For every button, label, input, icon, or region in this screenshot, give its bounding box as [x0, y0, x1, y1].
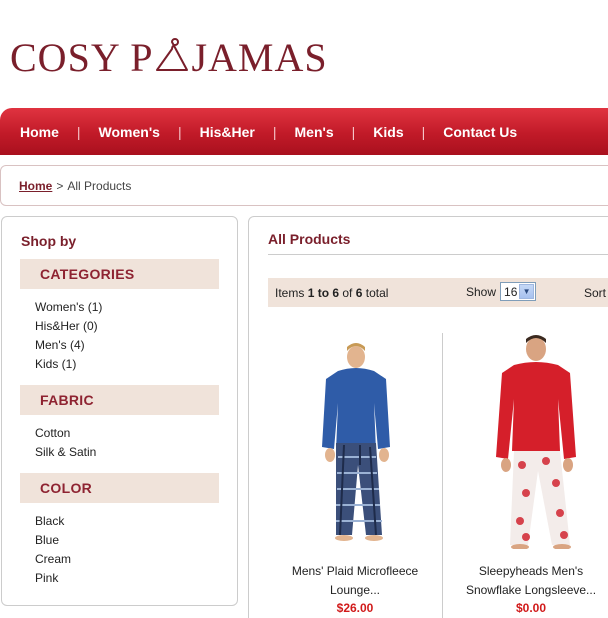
- product-name-line: Lounge...: [329, 583, 381, 597]
- product-name-line: Mens' Plaid Microfleece: [291, 564, 419, 578]
- shop-by-sidebar: Shop by CATEGORIES Women's (1) His&Her (…: [1, 216, 238, 606]
- items-total-suffix: total: [365, 285, 389, 300]
- filter-category-kids[interactable]: Kids (1): [35, 355, 219, 374]
- filter-color-pink[interactable]: Pink: [35, 569, 219, 588]
- chevron-down-icon[interactable]: ▼: [519, 284, 535, 299]
- show-per-page-value: 16: [504, 284, 518, 299]
- product-divider: [442, 333, 443, 618]
- categories-list: Women's (1) His&Her (0) Men's (4) Kids (…: [20, 289, 219, 385]
- product-card: Mens' Plaid Microfleece Lounge... $26.00: [268, 333, 442, 615]
- breadcrumb-separator: >: [56, 178, 64, 193]
- nav-separator: |: [272, 123, 277, 140]
- product-image[interactable]: [456, 333, 606, 550]
- page-title: All Products: [268, 231, 608, 255]
- nav-separator: |: [351, 123, 356, 140]
- product-name[interactable]: Mens' Plaid Microfleece Lounge...: [268, 562, 442, 600]
- nav-contact-us[interactable]: Contact Us: [443, 124, 517, 140]
- filter-fabric-silk-satin[interactable]: Silk & Satin: [35, 443, 219, 462]
- breadcrumb-home-link[interactable]: Home: [19, 179, 52, 193]
- logo-text-end: JAMAS: [191, 35, 328, 80]
- filter-category-mens[interactable]: Men's (4): [35, 336, 219, 355]
- fabric-heading: FABRIC: [20, 385, 219, 415]
- nav-mens[interactable]: Men's: [295, 124, 334, 140]
- product-price: $26.00: [336, 601, 374, 615]
- filter-color-black[interactable]: Black: [35, 512, 219, 531]
- page: COSY P JAMAS Home | Women's | His&Her | …: [0, 0, 608, 618]
- filter-category-womens[interactable]: Women's (1): [35, 298, 219, 317]
- categories-heading: CATEGORIES: [20, 259, 219, 289]
- breadcrumb: Home > All Products: [0, 165, 608, 206]
- filter-category-his-her[interactable]: His&Her (0): [35, 317, 219, 336]
- product-name-line: Snowflake Longsleeve...: [465, 583, 597, 597]
- breadcrumb-current: All Products: [67, 178, 132, 193]
- listing-toolbar: Items 1 to 6 of 6 total Show 16 ▼ Sort: [268, 278, 608, 307]
- nav-home[interactable]: Home: [20, 124, 59, 140]
- product-name-line: Sleepyheads Men's: [478, 564, 584, 578]
- product-image[interactable]: [280, 333, 430, 549]
- filter-color-cream[interactable]: Cream: [35, 550, 219, 569]
- filter-color-blue[interactable]: Blue: [35, 531, 219, 550]
- nav-separator: |: [421, 123, 426, 140]
- product-listing: All Products Items 1 to 6 of 6 total Sho…: [248, 216, 608, 618]
- color-heading: COLOR: [20, 473, 219, 503]
- show-per-page: Show 16 ▼: [466, 282, 537, 301]
- show-label: Show: [466, 284, 497, 299]
- show-per-page-select[interactable]: 16 ▼: [500, 282, 537, 301]
- items-total: 6: [355, 285, 363, 300]
- hanger-icon: [156, 38, 189, 71]
- items-range: 1 to 6: [307, 285, 340, 300]
- product-card: Sleepyheads Men's Snowflake Longsleeve..…: [444, 333, 608, 615]
- product-grid: Mens' Plaid Microfleece Lounge... $26.00: [268, 333, 608, 618]
- product-name[interactable]: Sleepyheads Men's Snowflake Longsleeve..…: [444, 562, 608, 600]
- sort-label: Sort: [584, 286, 607, 300]
- items-count: Items 1 to 6 of 6 total: [275, 286, 388, 300]
- nav-separator: |: [177, 123, 182, 140]
- site-logo[interactable]: COSY P JAMAS: [10, 36, 328, 80]
- items-prefix: Items: [275, 285, 305, 300]
- product-price: $0.00: [515, 601, 547, 615]
- color-list: Black Blue Cream Pink: [20, 503, 219, 599]
- logo-text-start: COSY P: [10, 35, 154, 80]
- items-of: of: [342, 285, 353, 300]
- sidebar-title: Shop by: [21, 233, 77, 249]
- nav-kids[interactable]: Kids: [373, 124, 403, 140]
- nav-separator: |: [76, 123, 81, 140]
- nav-womens[interactable]: Women's: [99, 124, 160, 140]
- filter-fabric-cotton[interactable]: Cotton: [35, 424, 219, 443]
- main-nav: Home | Women's | His&Her | Men's | Kids …: [0, 108, 608, 155]
- fabric-list: Cotton Silk & Satin: [20, 415, 219, 473]
- nav-his-her[interactable]: His&Her: [200, 124, 255, 140]
